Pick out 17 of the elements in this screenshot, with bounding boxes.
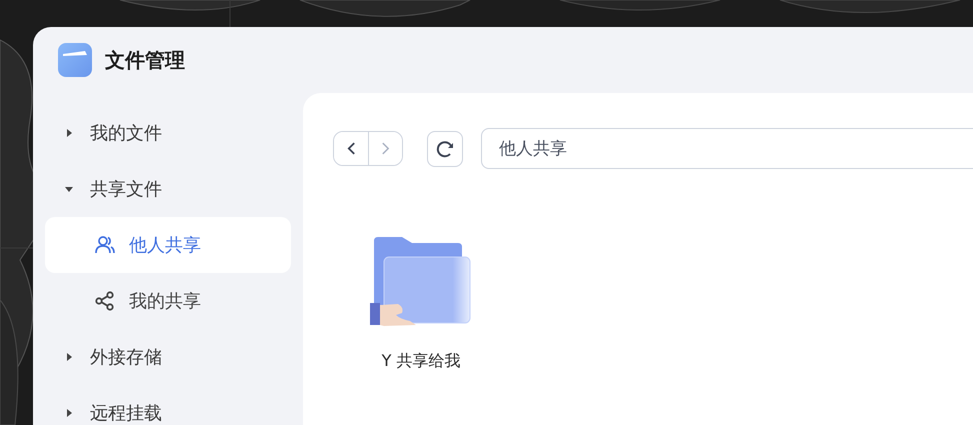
share-icon xyxy=(95,291,115,311)
refresh-icon xyxy=(435,138,455,158)
shared-folder-icon xyxy=(370,237,472,329)
window-title: 文件管理 xyxy=(105,46,185,74)
folder-icon xyxy=(58,43,92,77)
users-icon xyxy=(95,235,115,255)
refresh-button[interactable] xyxy=(427,130,463,166)
file-name[interactable]: Y 共享给我 xyxy=(382,351,460,372)
sidebar-item[interactable]: 共享文件 xyxy=(45,161,291,217)
sidebar-subitem[interactable]: 我的共享 xyxy=(45,273,291,329)
path-field[interactable]: 他人共享 xyxy=(481,128,973,169)
sidebar-item[interactable]: 外接存储 xyxy=(45,329,291,385)
chevron-left-icon xyxy=(346,142,356,155)
sidebar-item[interactable]: 远程挂载 xyxy=(45,385,291,425)
sidebar-item[interactable]: 我的文件 xyxy=(45,105,291,161)
chevron-right-icon xyxy=(381,142,390,155)
sidebar-subitem[interactable]: 他人共享 xyxy=(45,217,291,273)
